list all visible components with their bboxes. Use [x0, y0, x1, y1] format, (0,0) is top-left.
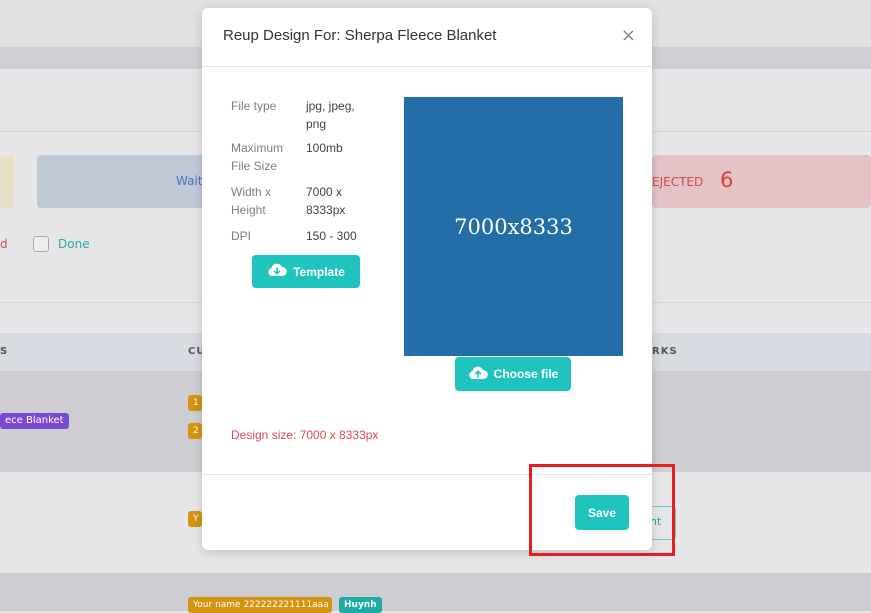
column-header: RKS	[652, 346, 678, 357]
stat-rejected-label: EJECTED	[652, 175, 704, 189]
template-button[interactable]: Template	[252, 255, 360, 288]
spec-label-file-type: File type	[231, 99, 277, 113]
row-tag: Y	[188, 511, 202, 527]
table-row: Your name 222222221111aaa Huynh	[0, 573, 871, 613]
modal-title: Reup Design For: Sherpa Fleece Blanket	[223, 27, 497, 44]
cloud-download-icon	[267, 263, 287, 280]
stat-card-waiting[interactable]: Waiti	[37, 155, 207, 208]
cloud-upload-icon	[468, 366, 488, 383]
preview-dimensions-text: 7000x8333	[454, 214, 573, 239]
spec-label-dimensions: Width x Height	[231, 185, 272, 217]
highlight-box	[529, 464, 675, 556]
spec-label-dpi: DPI	[231, 229, 252, 243]
design-preview: 7000x8333	[404, 97, 623, 356]
filter-cut-label: d	[0, 237, 8, 251]
modal-header: Reup Design For: Sherpa Fleece Blanket ×	[202, 8, 652, 67]
spec-value-file-type: jpg, jpeg, png	[306, 99, 355, 131]
stat-card-rejected[interactable]: EJECTED 6	[652, 155, 871, 208]
spec-label-max-size: Maximum File Size	[231, 141, 284, 173]
done-checkbox[interactable]	[33, 236, 49, 252]
close-icon[interactable]: ×	[621, 26, 636, 46]
row-tag: 2	[188, 423, 202, 439]
stat-rejected-count: 6	[720, 168, 734, 192]
row-tag: 1	[188, 395, 202, 411]
column-header: S	[0, 346, 9, 357]
choose-file-button[interactable]: Choose file	[455, 357, 571, 391]
stat-card-pending[interactable]	[0, 155, 14, 208]
product-tag: ece Blanket	[0, 413, 69, 429]
done-label: Done	[58, 237, 90, 251]
template-button-label: Template	[293, 264, 345, 279]
spec-value-dpi: 150 - 300	[306, 229, 357, 243]
choose-file-button-label: Choose file	[493, 367, 559, 381]
spec-value-dimensions: 7000 x 8333px	[306, 185, 346, 217]
spec-value-max-size: 100mb	[306, 141, 343, 155]
design-size-text: Design size: 7000 x 8333px	[231, 428, 379, 442]
